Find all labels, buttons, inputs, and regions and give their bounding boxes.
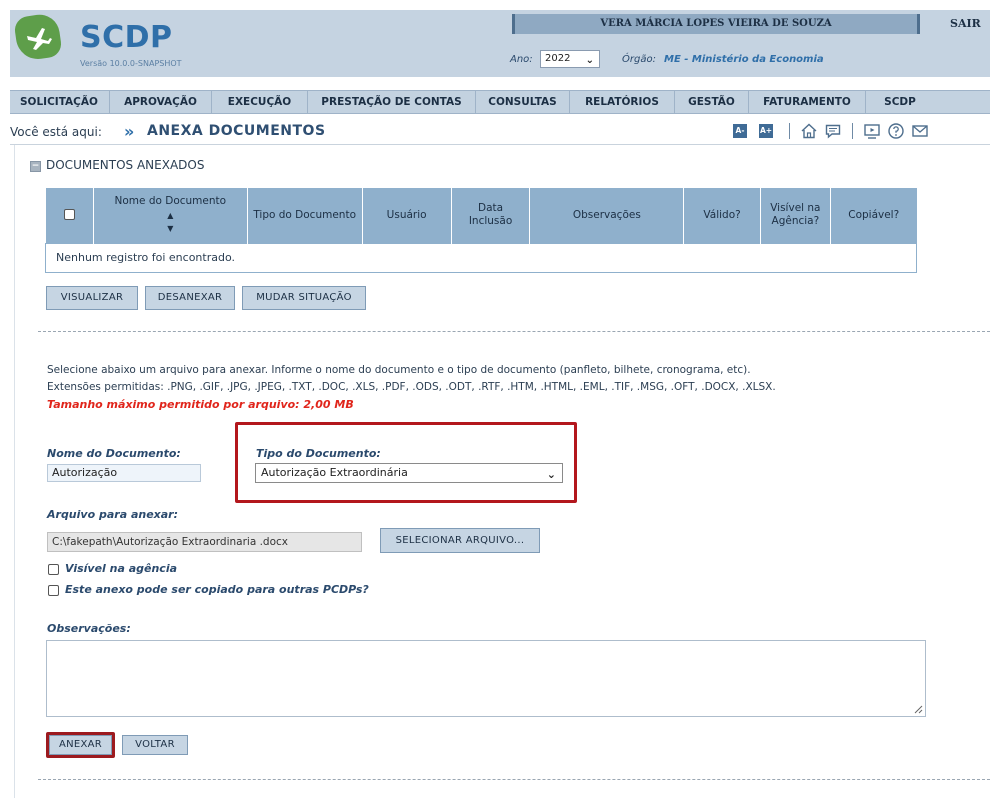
main-nav: SOLICITAÇÃO APROVAÇÃO EXECUÇÃO PRESTAÇÃO… xyxy=(10,90,990,114)
doc-type-select-value: Autorização Extraordinária xyxy=(261,466,408,479)
table-row: Nenhum registro foi encontrado. xyxy=(45,242,917,273)
app-logo-text: SCDP xyxy=(80,20,173,55)
nav-item-gestao[interactable]: GESTÃO xyxy=(675,91,749,113)
page-title: ANEXA DOCUMENTOS xyxy=(147,123,326,139)
doc-name-label: Nome do Documento: xyxy=(47,447,181,460)
col-document-name-label: Nome do Documento xyxy=(114,195,227,208)
breadcrumb-divider xyxy=(10,144,990,145)
allowed-extensions: Extensões permitidas: .PNG, .GIF, .JPG, … xyxy=(47,381,776,393)
section-title-attached-documents: DOCUMENTOS ANEXADOS xyxy=(46,158,205,172)
nav-item-solicitacao[interactable]: SOLICITAÇÃO xyxy=(10,91,110,113)
table-header-row: Nome do Documento ▲ ▼ Tipo do Documento U… xyxy=(45,188,917,243)
col-valid: Válido? xyxy=(683,188,761,243)
home-icon[interactable] xyxy=(800,122,818,140)
nav-item-consultas[interactable]: CONSULTAS xyxy=(476,91,570,113)
sort-icon[interactable]: ▲ ▼ xyxy=(98,209,243,235)
font-decrease-button[interactable]: A- xyxy=(733,124,747,138)
empty-message: Nenhum registro foi encontrado. xyxy=(45,242,917,273)
help-icon[interactable] xyxy=(887,122,905,140)
logout-link[interactable]: SAIR xyxy=(950,14,981,34)
nav-item-prestacao-de-contas[interactable]: PRESTAÇÃO DE CONTAS xyxy=(308,91,476,113)
chevron-down-icon: ⌄ xyxy=(546,468,556,481)
section-divider xyxy=(38,779,990,780)
doc-type-label: Tipo do Documento: xyxy=(256,447,381,460)
presentation-icon[interactable] xyxy=(863,122,881,140)
col-visible-agency: Visível na Agência? xyxy=(760,188,831,243)
nav-item-scdp[interactable]: SCDP xyxy=(866,91,934,113)
attached-documents-table: Nome do Documento ▲ ▼ Tipo do Documento U… xyxy=(45,188,917,273)
copyable-label: Este anexo pode ser copiado para outras … xyxy=(65,583,369,596)
year-label: Ano: xyxy=(510,54,533,65)
tools-divider xyxy=(852,123,853,139)
col-user: Usuário xyxy=(362,188,452,243)
chevron-down-icon: ⌄ xyxy=(585,55,594,66)
attach-button[interactable]: ANEXAR xyxy=(49,735,112,755)
file-label: Arquivo para anexar: xyxy=(47,508,179,521)
page-tools: A- A+ xyxy=(733,122,929,140)
change-status-button[interactable]: MUDAR SITUAÇÃO xyxy=(242,286,366,310)
plane-icon xyxy=(27,28,52,50)
collapse-icon[interactable]: − xyxy=(30,161,41,172)
col-date-included: Data Inclusão xyxy=(451,188,531,243)
year-select[interactable]: 2022 ⌄ xyxy=(540,50,600,68)
doc-type-select[interactable]: Autorização Extraordinária ⌄ xyxy=(255,463,563,483)
font-increase-button[interactable]: A+ xyxy=(759,124,773,138)
detach-button[interactable]: DESANEXAR xyxy=(145,286,235,310)
visible-agency-checkbox[interactable] xyxy=(48,564,59,575)
nav-item-aprovacao[interactable]: APROVAÇÃO xyxy=(110,91,212,113)
org-label: Órgão: xyxy=(622,54,656,65)
nav-item-relatorios[interactable]: RELATÓRIOS xyxy=(570,91,675,113)
doc-name-input[interactable]: Autorização xyxy=(47,464,201,482)
user-name: VERA MÁRCIA LOPES VIEIRA DE SOUZA xyxy=(512,14,920,34)
col-document-type: Tipo do Documento xyxy=(247,188,363,243)
logo-badge xyxy=(13,12,63,62)
nav-item-faturamento[interactable]: FATURAMENTO xyxy=(749,91,866,113)
year-select-value: 2022 xyxy=(545,53,571,64)
select-all-cell xyxy=(45,188,94,243)
max-size-warning: Tamanho máximo permitido por arquivo: 2,… xyxy=(47,398,354,411)
col-copyable: Copiável? xyxy=(830,188,917,243)
observations-textarea[interactable] xyxy=(46,640,926,717)
col-document-name[interactable]: Nome do Documento ▲ ▼ xyxy=(93,188,248,243)
breadcrumb-prefix: Você está aqui: xyxy=(10,125,102,139)
mail-icon[interactable] xyxy=(911,122,929,140)
back-button[interactable]: VOLTAR xyxy=(122,735,188,755)
comment-icon[interactable] xyxy=(824,122,842,140)
app-version: Versão 10.0.0-SNAPSHOT xyxy=(80,59,182,68)
copyable-checkbox[interactable] xyxy=(48,585,59,596)
section-divider xyxy=(38,331,990,332)
app-header: SCDP Versão 10.0.0-SNAPSHOT VERA MÁRCIA … xyxy=(10,10,990,77)
org-value: ME - Ministério da Economia xyxy=(664,54,824,65)
observations-label: Observações: xyxy=(47,622,131,635)
select-all-checkbox[interactable] xyxy=(63,209,75,221)
select-file-button[interactable]: SELECIONAR ARQUIVO... xyxy=(380,528,540,553)
breadcrumb-arrow-icon: » xyxy=(124,122,135,141)
tools-divider xyxy=(789,123,790,139)
file-path-input[interactable]: C:\fakepath\Autorização Extraordinaria .… xyxy=(47,532,362,552)
resize-grip-icon[interactable] xyxy=(914,705,923,714)
upload-instruction: Selecione abaixo um arquivo para anexar.… xyxy=(47,364,751,376)
content-left-border xyxy=(14,145,15,798)
col-observations: Observações xyxy=(529,188,685,243)
view-button[interactable]: VISUALIZAR xyxy=(46,286,138,310)
nav-item-execucao[interactable]: EXECUÇÃO xyxy=(212,91,308,113)
visible-agency-label: Visível na agência xyxy=(65,562,178,575)
